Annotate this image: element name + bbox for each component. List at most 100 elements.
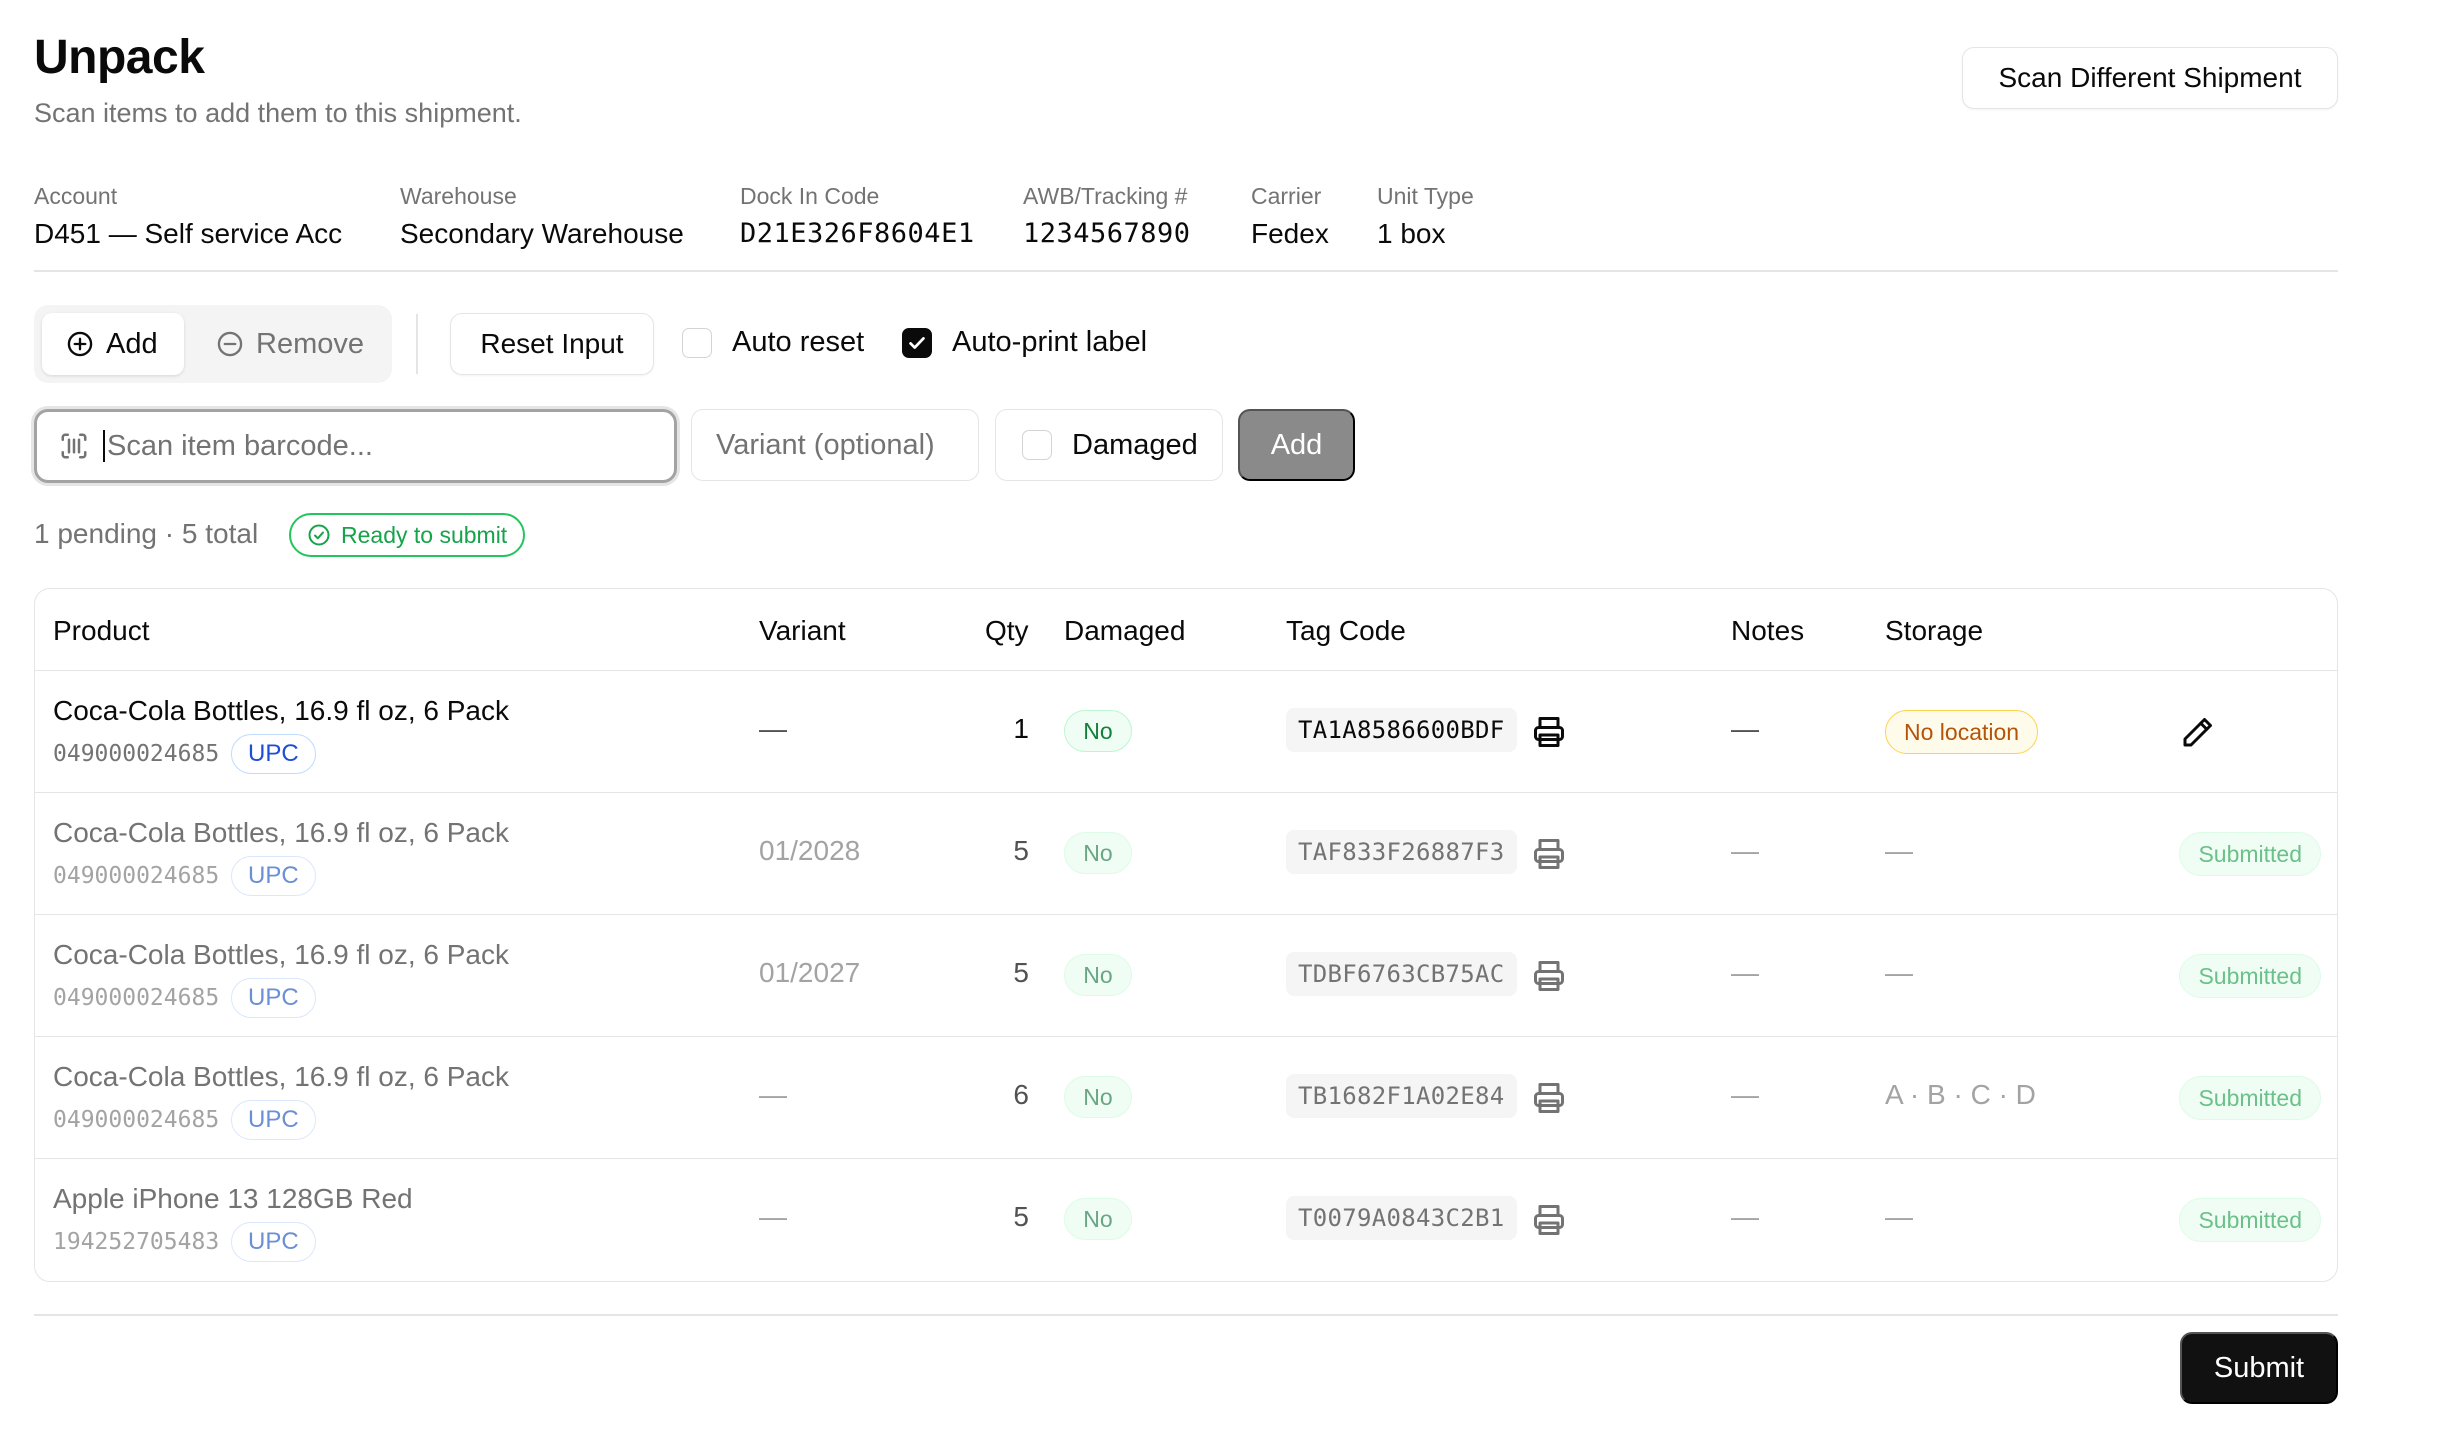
tag-code: TAF833F26887F3 xyxy=(1286,830,1517,874)
mode-toggle: Add Remove xyxy=(34,305,392,383)
toolbar-divider xyxy=(416,314,418,374)
submitted-badge: Submitted xyxy=(2179,832,2321,876)
col-notes: Notes xyxy=(1731,615,1805,646)
table-row: Coca-Cola Bottles, 16.9 fl oz, 6 Pack 04… xyxy=(35,1037,2337,1159)
meta-warehouse: Warehouse Secondary Warehouse xyxy=(400,183,684,250)
meta-divider xyxy=(34,270,2338,272)
printer-icon[interactable] xyxy=(1531,1202,1567,1238)
meta-label: AWB/Tracking # xyxy=(1023,183,1188,209)
meta-label: Account xyxy=(34,183,118,209)
barcode-scan-input[interactable]: Scan item barcode... xyxy=(34,409,677,483)
storage-cell: A · B · C · D xyxy=(1885,1079,2036,1110)
unpack-page: Unpack Scan items to add them to this sh… xyxy=(34,0,2338,1430)
page-subtitle: Scan items to add them to this shipment. xyxy=(34,98,522,128)
damaged-label: Damaged xyxy=(1072,428,1198,461)
notes-cell: — xyxy=(1731,835,1759,866)
auto-reset-label: Auto reset xyxy=(732,326,865,358)
meta-unit-type: Unit Type 1 box xyxy=(1377,183,1474,250)
col-tag-code: Tag Code xyxy=(1286,615,1406,646)
scan-different-shipment-button[interactable]: Scan Different Shipment xyxy=(1962,47,2338,109)
footer-divider xyxy=(34,1314,2338,1316)
auto-print-checkbox[interactable] xyxy=(902,327,932,358)
item-counts: 1 pending · 5 total xyxy=(34,518,259,549)
tag-code: T0079A0843C2B1 xyxy=(1286,1196,1517,1240)
meta-value: 1234567890 xyxy=(1023,218,1191,249)
damaged-badge: No xyxy=(1064,1076,1132,1118)
mode-remove-button[interactable]: Remove xyxy=(192,313,388,375)
auto-print-checkbox-row[interactable]: Auto-print label xyxy=(902,326,1147,359)
variant-cell: — xyxy=(759,1079,787,1110)
damaged-badge: No xyxy=(1064,832,1132,874)
product-sku: 194252705483 xyxy=(53,1229,220,1255)
code-type-badge: UPC xyxy=(231,1222,316,1262)
col-product: Product xyxy=(53,615,150,646)
storage-cell: — xyxy=(1885,1201,1913,1232)
storage-cell: — xyxy=(1885,835,1913,866)
printer-icon[interactable] xyxy=(1531,836,1567,872)
submitted-badge: Submitted xyxy=(2179,954,2321,998)
add-item-button[interactable]: Add xyxy=(1238,409,1355,481)
pencil-icon[interactable] xyxy=(2179,715,2215,751)
variant-cell: — xyxy=(759,713,787,744)
product-sku: 049000024685 xyxy=(53,985,220,1011)
meta-value: D451 — Self service Acc xyxy=(34,218,343,249)
tag-code: TDBF6763CB75AC xyxy=(1286,952,1517,996)
storage-cell: — xyxy=(1885,957,1913,988)
notes-cell: — xyxy=(1731,957,1759,988)
col-variant: Variant xyxy=(759,615,846,646)
damaged-badge: No xyxy=(1064,710,1132,752)
meta-tracking: AWB/Tracking # 1234567890 xyxy=(1023,183,1191,249)
notes-cell: — xyxy=(1731,713,1759,744)
plus-circle-icon xyxy=(67,331,93,357)
notes-cell: — xyxy=(1731,1201,1759,1232)
check-circle-icon xyxy=(308,524,330,546)
code-type-badge: UPC xyxy=(231,1100,316,1140)
product-name: Coca-Cola Bottles, 16.9 fl oz, 6 Pack xyxy=(53,817,509,848)
col-storage: Storage xyxy=(1885,615,1984,646)
auto-reset-checkbox-row[interactable]: Auto reset xyxy=(682,326,864,359)
damaged-checkbox-toggle[interactable]: Damaged xyxy=(995,409,1223,481)
damaged-checkbox[interactable] xyxy=(1022,430,1052,460)
meta-carrier: Carrier Fedex xyxy=(1251,183,1329,250)
barcode-scan-icon xyxy=(61,433,87,459)
variant-input[interactable]: Variant (optional) xyxy=(691,409,979,481)
damaged-badge: No xyxy=(1064,1198,1132,1240)
tag-code: TA1A8586600BDF xyxy=(1286,708,1517,752)
mode-add-label: Add xyxy=(106,327,158,360)
meta-label: Carrier xyxy=(1251,183,1322,209)
variant-cell: 01/2027 xyxy=(759,957,861,988)
col-damaged: Damaged xyxy=(1064,615,1186,646)
auto-reset-checkbox[interactable] xyxy=(682,327,712,358)
meta-value: Fedex xyxy=(1251,218,1329,249)
items-table: Product Variant Qty Damaged Tag Code Not… xyxy=(34,588,2338,1282)
product-sku: 049000024685 xyxy=(53,741,220,767)
reset-input-button[interactable]: Reset Input xyxy=(450,313,654,375)
meta-account: Account D451 — Self service Acc xyxy=(34,183,342,250)
product-name: Coca-Cola Bottles, 16.9 fl oz, 6 Pack xyxy=(53,939,509,970)
damaged-badge: No xyxy=(1064,954,1132,996)
table-row: Coca-Cola Bottles, 16.9 fl oz, 6 Pack 04… xyxy=(35,915,2337,1037)
auto-print-label: Auto-print label xyxy=(952,326,1148,358)
product-sku: 049000024685 xyxy=(53,1107,220,1133)
ready-status-text: Ready to submit xyxy=(341,521,508,548)
submit-button[interactable]: Submit xyxy=(2180,1332,2338,1404)
printer-icon[interactable] xyxy=(1531,1080,1567,1116)
qty-cell: 6 xyxy=(1013,1079,1029,1110)
notes-cell: — xyxy=(1731,1079,1759,1110)
meta-label: Warehouse xyxy=(400,183,517,209)
col-qty: Qty xyxy=(985,615,1029,646)
product-sku: 049000024685 xyxy=(53,863,220,889)
mode-add-button[interactable]: Add xyxy=(42,313,184,375)
table-row: Coca-Cola Bottles, 16.9 fl oz, 6 Pack 04… xyxy=(35,671,2337,793)
printer-icon[interactable] xyxy=(1531,958,1567,994)
qty-cell: 5 xyxy=(1013,957,1029,988)
barcode-placeholder: Scan item barcode... xyxy=(107,429,373,462)
check-icon xyxy=(909,336,925,349)
printer-icon[interactable] xyxy=(1531,714,1567,750)
product-name: Coca-Cola Bottles, 16.9 fl oz, 6 Pack xyxy=(53,695,509,726)
meta-label: Dock In Code xyxy=(740,183,880,209)
variant-cell: 01/2028 xyxy=(759,835,861,866)
meta-value: D21E326F8604E1 xyxy=(740,218,975,249)
table-row: Coca-Cola Bottles, 16.9 fl oz, 6 Pack 04… xyxy=(35,793,2337,915)
page-title: Unpack xyxy=(34,31,205,84)
